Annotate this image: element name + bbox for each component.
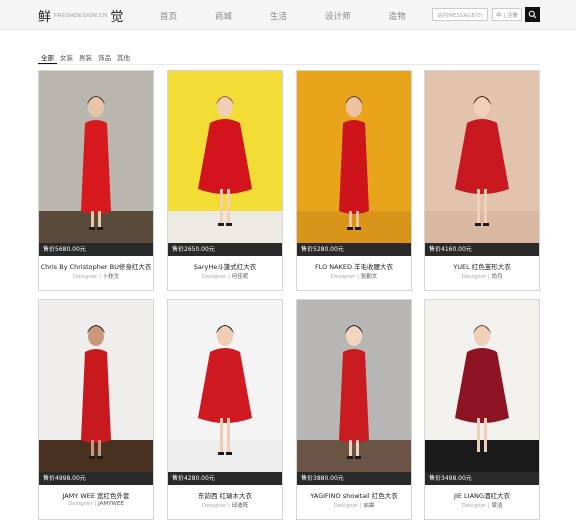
- product-card[interactable]: 售价2650.00元 SaryHe斗篷式红大衣 Designer | 何佳昵: [167, 70, 283, 291]
- designer-name[interactable]: 启霖: [363, 503, 374, 509]
- designer-name[interactable]: 卜桂文: [103, 274, 120, 280]
- nav-create[interactable]: 造物: [389, 10, 406, 22]
- tab-men[interactable]: 男装: [76, 52, 95, 64]
- designer-name[interactable]: 何佳昵: [232, 274, 249, 280]
- product-title[interactable]: YUEL 红色茧形大衣: [425, 261, 539, 271]
- category-tabs: 全部 女装 男装 饰品 其他: [38, 52, 540, 65]
- product-title[interactable]: SaryHe斗篷式红大衣: [168, 261, 282, 271]
- designer-label: Designer: [201, 274, 227, 280]
- message-button[interactable]: 站内MESSAGE(0): [432, 8, 488, 21]
- tab-other[interactable]: 其他: [114, 52, 133, 64]
- product-photo[interactable]: [297, 71, 411, 243]
- product-card[interactable]: 售价4280.00元 东韵西 红瑞木大衣 Designer | 邱迪阵: [167, 299, 283, 520]
- designer-label: Designer: [461, 274, 487, 280]
- designer-label: Designer: [330, 274, 356, 280]
- product-photo[interactable]: [39, 71, 153, 243]
- product-card[interactable]: 售价4160.00元 YUEL 红色茧形大衣 Designer | 尚月: [424, 70, 540, 291]
- designer-label: Designer: [461, 503, 487, 509]
- nav-shop[interactable]: 商城: [215, 10, 232, 22]
- product-card[interactable]: 售价4998.00元 JAMY WEE 宽红色外套 Designer | JAM…: [38, 299, 154, 520]
- tab-accessories[interactable]: 饰品: [95, 52, 114, 64]
- product-title[interactable]: 东韵西 红瑞木大衣: [168, 490, 282, 500]
- product-title[interactable]: Chris By Christopher BU修身红大衣: [39, 261, 153, 271]
- price-label: 售价4998.00元: [39, 472, 153, 485]
- tab-all[interactable]: 全部: [38, 52, 57, 64]
- product-title[interactable]: YAGIFINO showtail 红色大衣: [297, 490, 411, 500]
- product-card[interactable]: 售价5680.00元 Chris By Christopher BU修身红大衣 …: [38, 70, 154, 291]
- price-label: 售价5280.00元: [297, 243, 411, 256]
- price-label: 售价3498.00元: [425, 472, 539, 485]
- product-designer: Designer | 尚月: [461, 274, 503, 280]
- designer-label: Designer: [201, 503, 227, 509]
- product-photo[interactable]: [168, 300, 282, 472]
- product-photo[interactable]: [168, 71, 282, 243]
- product-photo[interactable]: [297, 300, 411, 472]
- price-label: 售价3880.00元: [297, 472, 411, 485]
- main-nav: 首页 商城 生活 设计师 造物: [160, 10, 444, 22]
- logo-domain: FRESHDESIGN.CN: [54, 12, 108, 19]
- nav-home[interactable]: 首页: [160, 10, 177, 22]
- product-title[interactable]: FLO NAKED 羊毛收腰大衣: [297, 261, 411, 271]
- site-logo[interactable]: 鲜 FRESHDESIGN.CN 觉: [38, 6, 123, 25]
- price-label: 售价2650.00元: [168, 243, 282, 256]
- product-photo[interactable]: [425, 300, 539, 472]
- designer-label: Designer: [333, 503, 359, 509]
- product-card[interactable]: 售价3498.00元 JIE LIANG酒红大衣 Designer | 梁洁: [424, 299, 540, 520]
- designer-name[interactable]: 尚月: [491, 274, 502, 280]
- site-header: 鲜 FRESHDESIGN.CN 觉 首页 商城 生活 设计师 造物 站内MES…: [0, 0, 576, 30]
- product-card[interactable]: 售价3880.00元 YAGIFINO showtail 红色大衣 Design…: [296, 299, 412, 520]
- product-designer: Designer | 张勤文: [330, 274, 378, 280]
- nav-designers[interactable]: 设计师: [325, 10, 351, 22]
- product-title[interactable]: JAMY WEE 宽红色外套: [39, 490, 153, 500]
- price-label: 售价4160.00元: [425, 243, 539, 256]
- price-label: 售价5680.00元: [39, 243, 153, 256]
- designer-name[interactable]: 张勤文: [361, 274, 378, 280]
- product-card[interactable]: 售价5280.00元 FLO NAKED 羊毛收腰大衣 Designer | 张…: [296, 70, 412, 291]
- logo-char-left: 鲜: [38, 10, 52, 25]
- product-designer: Designer | 启霖: [333, 503, 375, 509]
- designer-label: Designer: [68, 501, 93, 507]
- designer-name[interactable]: 邱迪阵: [232, 503, 249, 509]
- logo-char-right: 觉: [110, 10, 124, 25]
- product-designer: Designer | JAMYWEE: [68, 501, 124, 507]
- product-designer: Designer | 卜桂文: [72, 274, 120, 280]
- designer-label: Designer: [72, 274, 98, 280]
- product-photo[interactable]: [425, 71, 539, 243]
- search-button[interactable]: [525, 7, 540, 22]
- price-label: 售价4280.00元: [168, 472, 282, 485]
- search-icon: [528, 10, 537, 19]
- product-title[interactable]: JIE LIANG酒红大衣: [425, 490, 539, 500]
- product-photo[interactable]: [39, 300, 153, 472]
- nav-life[interactable]: 生活: [270, 10, 287, 22]
- designer-name[interactable]: JAMYWEE: [98, 501, 124, 507]
- product-designer: Designer | 何佳昵: [201, 274, 249, 280]
- tab-women[interactable]: 女装: [57, 52, 76, 64]
- product-designer: Designer | 邱迪阵: [201, 503, 249, 509]
- product-designer: Designer | 梁洁: [461, 503, 503, 509]
- designer-name[interactable]: 梁洁: [491, 503, 502, 509]
- language-register-button[interactable]: 中 | 注册: [492, 8, 522, 21]
